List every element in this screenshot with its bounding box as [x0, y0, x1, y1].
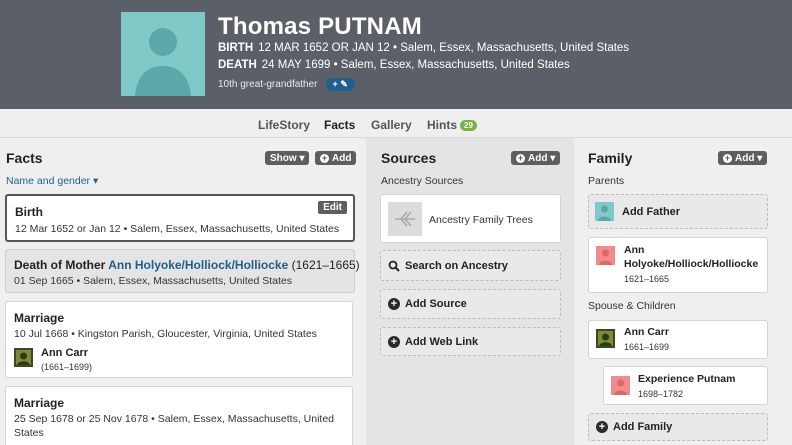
tab-facts[interactable]: Facts [324, 118, 356, 140]
silhouette-male-icon [135, 28, 191, 96]
ancestry-family-trees-source[interactable]: Ancestry Family Trees [380, 194, 561, 243]
fact-title: Marriage [14, 311, 65, 325]
plus-circle-icon: + [388, 335, 400, 348]
tab-hints[interactable]: Hints 29 [427, 118, 477, 132]
family-column: Family + Add ▾ Parents Add Father Ann Hol… [574, 138, 792, 445]
add-family-dropdown[interactable]: + Add ▾ [718, 151, 768, 165]
plus-circle-icon: + [388, 298, 400, 310]
birth-label: BIRTH [218, 42, 254, 54]
female-silhouette-icon [596, 246, 615, 265]
fact-detail: 12 Mar 1652 or Jan 12 • Salem, Essex, Ma… [15, 223, 340, 235]
child-dates: 1698–1782 [638, 389, 684, 399]
death-value: 24 MAY 1699 • Salem, Essex, Massachusett… [261, 59, 570, 71]
male-silhouette-icon [595, 202, 614, 221]
fact-card-marriage-2[interactable]: Marriage 25 Sep 1678 or 25 Nov 1678 • Sa… [5, 386, 353, 445]
fact-detail: 25 Sep 1678 or 25 Nov 1678 • Salem, Esse… [14, 413, 335, 425]
spouse-name: Ann Carr [624, 326, 669, 338]
profile-tabs: LifeStory Facts Gallery Hints 29 [0, 109, 792, 140]
add-source-dropdown[interactable]: + Add ▾ [511, 151, 561, 165]
sources-heading: Sources [381, 150, 437, 166]
tab-hints-label: Hints [427, 118, 457, 132]
spouse-dates: (1661–1699) [41, 362, 93, 372]
sources-column: Sources + Add ▾ Ancestry Sources Ancestry… [366, 138, 574, 445]
mother-dates: (1621–1665) [288, 258, 360, 272]
fact-detail-cont: States [14, 427, 44, 439]
mother-name-line2: Holyoke/Holliock/Holliocke [624, 258, 759, 270]
add-family-dropdown-label: Add ▾ [735, 152, 763, 164]
add-source-label: Add ▾ [528, 152, 556, 164]
relationship-line: 10th great-grandfather + ✎ [218, 78, 355, 91]
fact-detail: 10 Jul 1668 • Kingston Parish, Glouceste… [14, 328, 317, 340]
tab-lifestory[interactable]: LifeStory [258, 118, 310, 132]
mother-name-line1: Ann [624, 244, 645, 256]
add-family-label: Add Family [613, 421, 673, 433]
person-avatar[interactable] [121, 12, 205, 96]
death-line: DEATH 24 MAY 1699 • Salem, Essex, Massach… [218, 59, 570, 71]
relationship-text[interactable]: 10th great-grandfather [218, 79, 318, 90]
birth-line: BIRTH 12 MAR 1652 OR JAN 12 • Salem, Esse… [218, 42, 629, 54]
add-family-button[interactable]: + Add Family [588, 413, 768, 441]
plus-icon: + [320, 152, 329, 163]
person-name: Thomas PUTNAM [218, 13, 422, 40]
plus-icon: + [723, 152, 732, 163]
tab-gallery[interactable]: Gallery [371, 118, 412, 132]
relationship-edit-button[interactable]: + ✎ [325, 78, 355, 91]
portrait-photo-icon [14, 348, 33, 367]
add-web-link-text: Add Web Link [405, 335, 479, 348]
child-card[interactable]: Experience Putnam 1698–1782 [603, 366, 768, 405]
family-heading: Family [588, 150, 633, 166]
add-father-button[interactable]: Add Father [588, 194, 768, 229]
mother-card[interactable]: Ann Holyoke/Holliock/Holliocke 1621–1665 [588, 237, 768, 293]
mother-dates: 1621–1665 [624, 274, 670, 284]
fact-title: Marriage [14, 396, 65, 410]
ancestry-sources-label: Ancestry Sources [381, 175, 464, 187]
fact-title-prefix: Death of Mother [14, 258, 109, 272]
spouse-link[interactable]: Ann Carr [41, 347, 88, 359]
show-dropdown-button[interactable]: Show ▾ [265, 151, 310, 165]
female-silhouette-icon [611, 376, 630, 395]
edit-fact-button[interactable]: Edit [318, 201, 347, 214]
spouse-children-label: Spouse & Children [588, 300, 676, 312]
add-source-button[interactable]: + Add Source [380, 289, 561, 319]
birth-value: 12 MAR 1652 OR JAN 12 • Salem, Essex, Ma… [258, 42, 630, 54]
fact-detail: 01 Sep 1665 • Salem, Essex, Massachusett… [14, 275, 292, 287]
name-and-gender-link[interactable]: Name and gender ▾ [6, 175, 98, 187]
fact-card-birth[interactable]: Birth 12 Mar 1652 or Jan 12 • Salem, Ess… [5, 194, 355, 242]
spouse-photo[interactable] [14, 348, 33, 367]
plus-icon: + [516, 152, 525, 163]
search-icon [388, 260, 400, 272]
add-fact-button[interactable]: + Add [315, 151, 357, 165]
spouse-card[interactable]: Ann Carr 1661–1699 [588, 320, 768, 359]
hints-count-badge: 29 [460, 120, 477, 131]
tree-source-label: Ancestry Family Trees [429, 214, 533, 226]
fact-title: Birth [15, 205, 43, 219]
fact-title: Death of Mother Ann Holyoke/Holliock/Hol… [14, 258, 360, 272]
child-name: Experience Putnam [638, 373, 736, 385]
search-on-ancestry-button[interactable]: Search on Ancestry [380, 250, 561, 281]
add-fact-label: Add [332, 152, 352, 164]
facts-heading: Facts [6, 150, 43, 166]
add-source-text: Add Source [405, 298, 467, 310]
death-label: DEATH [218, 59, 257, 71]
mother-link[interactable]: Ann Holyoke/Holliock/Holliocke [108, 258, 288, 272]
add-father-label: Add Father [622, 205, 681, 218]
plus-circle-icon: + [596, 421, 608, 433]
facts-column: Facts Show ▾ + Add Name and gender ▾ Birt… [0, 138, 366, 445]
person-header: Thomas PUTNAM BIRTH 12 MAR 1652 OR JAN 12… [0, 0, 792, 109]
fact-card-death-of-mother[interactable]: Death of Mother Ann Holyoke/Holliock/Hol… [5, 249, 360, 293]
spouse-dates: 1661–1699 [624, 342, 670, 352]
leaf-icon [388, 202, 422, 236]
spouse-photo-icon [596, 329, 615, 348]
fact-card-marriage[interactable]: Marriage 10 Jul 1668 • Kingston Parish, … [5, 301, 353, 378]
add-web-link-button[interactable]: + Add Web Link [380, 327, 561, 356]
parents-label: Parents [588, 175, 625, 187]
search-on-ancestry-label: Search on Ancestry [405, 259, 508, 272]
